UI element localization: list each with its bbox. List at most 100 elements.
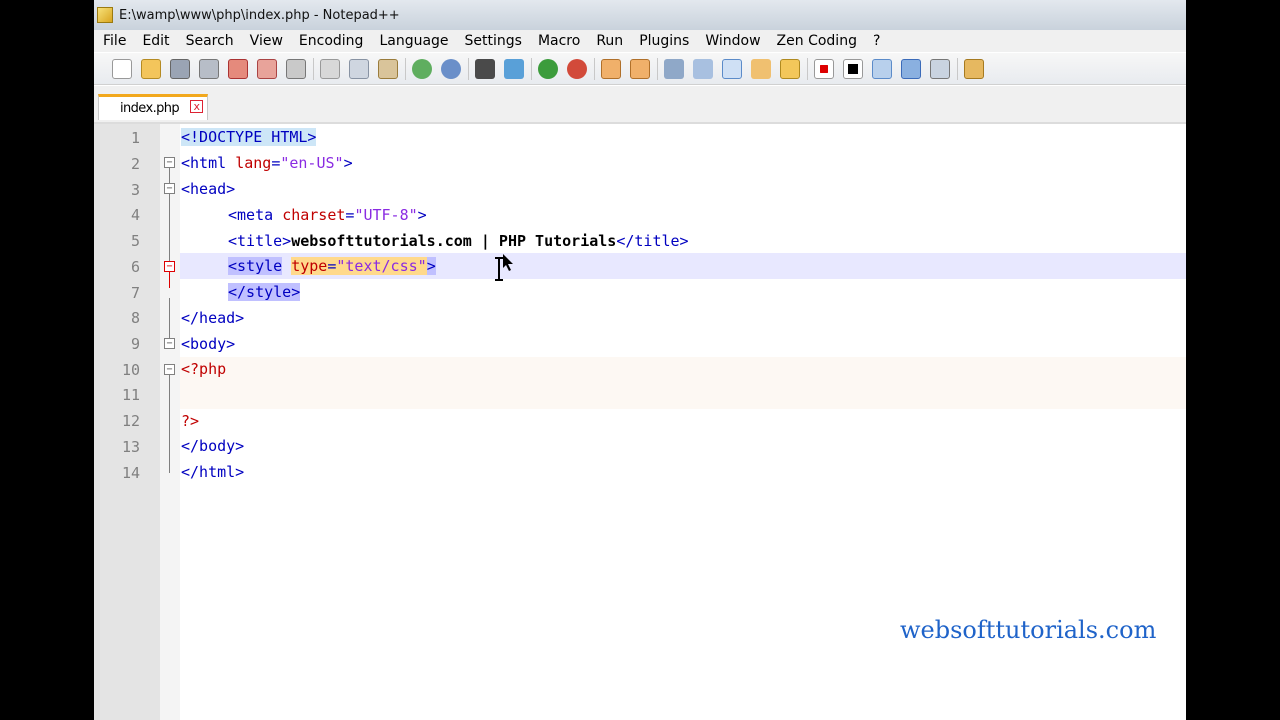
menu-window[interactable]: Window xyxy=(697,33,768,49)
attr-token: lang xyxy=(235,154,272,172)
menu-view[interactable]: View xyxy=(242,33,291,49)
php-close-token: ?> xyxy=(181,412,200,430)
line-number: 9 xyxy=(130,335,140,353)
line-number: 4 xyxy=(130,206,140,224)
indent-guide-icon[interactable] xyxy=(722,58,742,79)
tab-bar: index.php x xyxy=(94,86,1186,124)
toolbar-separator xyxy=(531,57,532,80)
tag-token: </body> xyxy=(181,437,245,455)
value-token: "text/css" xyxy=(336,257,427,275)
code-line-5: <title>websofttutorials.com | PHP Tutori… xyxy=(228,232,689,250)
open-file-icon[interactable] xyxy=(141,58,161,79)
stop-macro-icon[interactable] xyxy=(843,58,863,79)
record-macro-icon[interactable] xyxy=(814,58,834,79)
toolbar-separator xyxy=(657,57,658,80)
tab-index-php[interactable]: index.php x xyxy=(98,94,208,120)
doctype-token: <!DOCTYPE HTML> xyxy=(181,128,317,146)
toolbar-separator xyxy=(468,57,469,80)
menu-plugins[interactable]: Plugins xyxy=(631,33,697,49)
menu-language[interactable]: Language xyxy=(371,33,456,49)
menu-edit[interactable]: Edit xyxy=(134,33,177,49)
fold-line xyxy=(169,298,170,338)
code-line-9: <body> xyxy=(181,335,235,353)
code-line-2: <html lang="en-US"> xyxy=(181,154,353,172)
user-lang-icon[interactable] xyxy=(751,58,771,79)
menu-zen-coding[interactable]: Zen Coding xyxy=(769,33,865,49)
close-all-icon[interactable] xyxy=(257,58,277,79)
tag-token: </html> xyxy=(181,463,245,481)
find-icon[interactable] xyxy=(475,58,495,79)
doc-map-icon[interactable] xyxy=(780,58,800,79)
fold-toggle-icon[interactable]: − xyxy=(164,364,175,375)
fold-line xyxy=(169,168,170,183)
zoom-out-icon[interactable] xyxy=(567,58,587,79)
tab-close-icon[interactable]: x xyxy=(190,100,203,113)
menu-search[interactable]: Search xyxy=(178,33,242,49)
replace-icon[interactable] xyxy=(504,58,524,79)
fold-toggle-icon[interactable]: − xyxy=(164,261,175,272)
notepadpp-window: E:\wamp\www\php\index.php - Notepad++ Fi… xyxy=(94,0,1186,720)
copy-icon[interactable] xyxy=(349,58,369,79)
php-block-highlight xyxy=(180,357,1186,409)
tag-token: </title> xyxy=(616,232,689,250)
tag-token: > xyxy=(417,206,427,224)
line-number: 5 xyxy=(130,232,140,250)
fold-line xyxy=(169,272,170,288)
undo-icon[interactable] xyxy=(412,58,432,79)
print-icon[interactable] xyxy=(286,58,306,79)
paste-icon[interactable] xyxy=(378,58,398,79)
run-macro-multiple-icon[interactable] xyxy=(901,58,921,79)
menu-encoding[interactable]: Encoding xyxy=(291,33,372,49)
cut-icon[interactable] xyxy=(320,58,340,79)
menu-help[interactable]: ? xyxy=(865,33,888,49)
fold-line xyxy=(169,194,170,261)
code-line-3: <head> xyxy=(181,180,235,198)
fold-toggle-icon[interactable]: − xyxy=(164,338,175,349)
play-macro-icon[interactable] xyxy=(872,58,892,79)
value-token: "en-US" xyxy=(280,154,344,172)
zoom-in-icon[interactable] xyxy=(538,58,558,79)
line-number: 13 xyxy=(121,438,140,456)
toolbar-separator xyxy=(313,57,314,80)
close-icon[interactable] xyxy=(228,58,248,79)
code-line-14: </html> xyxy=(181,463,244,481)
sync-vertical-icon[interactable] xyxy=(601,58,621,79)
line-number: 14 xyxy=(121,464,140,482)
menu-macro[interactable]: Macro xyxy=(530,33,588,49)
line-number: 12 xyxy=(121,412,140,430)
save-icon[interactable] xyxy=(170,58,190,79)
tag-token: > xyxy=(343,154,353,172)
toolbar-separator xyxy=(405,57,406,80)
sync-horizontal-icon[interactable] xyxy=(630,58,650,79)
code-line-4: <meta charset="UTF-8"> xyxy=(228,206,427,224)
menu-settings[interactable]: Settings xyxy=(457,33,530,49)
watermark-text: websofttutorials.com xyxy=(900,616,1157,644)
title-bar: E:\wamp\www\php\index.php - Notepad++ xyxy=(94,0,1186,30)
fold-toggle-icon[interactable]: − xyxy=(164,157,175,168)
line-number: 7 xyxy=(130,284,140,302)
toolbar-separator xyxy=(807,57,808,80)
show-all-chars-icon[interactable] xyxy=(693,58,713,79)
fold-toggle-icon[interactable]: − xyxy=(164,183,175,194)
menu-run[interactable]: Run xyxy=(588,33,631,49)
tag-token: </style> xyxy=(228,283,301,301)
redo-icon[interactable] xyxy=(441,58,461,79)
tag-token: <style xyxy=(228,257,283,275)
line-number-gutter: 1 2 3 4 5 6 7 8 9 10 11 12 13 14 xyxy=(94,124,160,720)
menu-file[interactable]: File xyxy=(94,33,134,49)
line-number: 6 xyxy=(130,258,140,276)
line-number: 1 xyxy=(130,129,140,147)
value-token: "UTF-8" xyxy=(354,206,418,224)
new-file-icon[interactable] xyxy=(112,58,132,79)
word-wrap-icon[interactable] xyxy=(664,58,684,79)
attr-token: charset xyxy=(282,206,346,224)
code-line-13: </body> xyxy=(181,437,244,455)
plugin-icon[interactable] xyxy=(964,58,984,79)
tag-token: > xyxy=(426,257,436,275)
notepadpp-app-icon xyxy=(97,7,113,23)
tag-token: </head> xyxy=(181,309,245,327)
save-all-icon[interactable] xyxy=(199,58,219,79)
code-line-6: <style type="text/css"> xyxy=(228,257,436,275)
window-title: E:\wamp\www\php\index.php - Notepad++ xyxy=(119,7,400,23)
save-macro-icon[interactable] xyxy=(930,58,950,79)
